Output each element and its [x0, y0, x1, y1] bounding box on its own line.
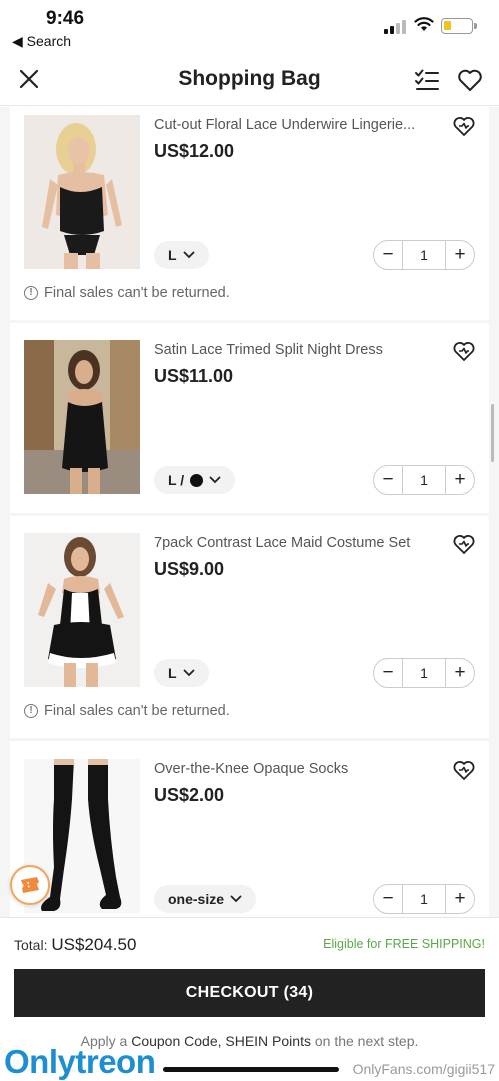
product-image[interactable]: [24, 340, 140, 494]
coupon-hint-link[interactable]: Coupon Code, SHEIN Points: [131, 1033, 311, 1049]
cart-item: Cut-out Floral Lace Underwire Lingerie..…: [10, 107, 489, 320]
increase-quantity-button[interactable]: +: [446, 888, 474, 910]
product-title[interactable]: Over-the-Knee Opaque Socks: [154, 761, 434, 777]
checkout-footer: Total: US$204.50 Eligible for FREE SHIPP…: [0, 917, 499, 1080]
quantity-stepper: − 1 +: [373, 884, 475, 914]
scrollbar[interactable]: [491, 404, 494, 462]
quantity-value[interactable]: 1: [402, 241, 446, 269]
chevron-down-icon: [209, 476, 221, 484]
size-color-selector[interactable]: L /: [154, 466, 236, 494]
wifi-icon: [414, 17, 434, 31]
product-image[interactable]: [24, 533, 140, 687]
coupon-float-button[interactable]: [10, 865, 50, 905]
product-price: US$9.00: [154, 559, 225, 579]
size-value: L: [168, 247, 177, 263]
move-to-wishlist-icon[interactable]: [452, 115, 476, 137]
product-title[interactable]: 7pack Contrast Lace Maid Costume Set: [154, 535, 434, 551]
move-to-wishlist-icon[interactable]: [452, 533, 476, 555]
decrease-quantity-button[interactable]: −: [374, 662, 402, 684]
move-to-wishlist-icon[interactable]: [452, 340, 476, 362]
final-sale-notice: ! Final sales can't be returned.: [24, 285, 230, 301]
size-selector[interactable]: L: [154, 659, 209, 687]
increase-quantity-button[interactable]: +: [446, 662, 474, 684]
quantity-value[interactable]: 1: [402, 466, 446, 494]
home-indicator[interactable]: [163, 1067, 339, 1072]
product-price: US$11.00: [154, 366, 234, 386]
product-title[interactable]: Cut-out Floral Lace Underwire Lingerie..…: [154, 117, 434, 133]
total-label: Total:: [14, 937, 48, 953]
watermark-url: OnlyFans.com/gigii517: [352, 1061, 495, 1077]
order-total: Total: US$204.50: [14, 935, 136, 955]
size-value: one-size: [168, 891, 225, 907]
final-sale-text: Final sales can't be returned.: [44, 285, 230, 301]
cart-item: Satin Lace Trimed Split Night Dress US$1…: [10, 323, 489, 513]
checkout-button[interactable]: CHECKOUT (34): [14, 969, 485, 1017]
header: Shopping Bag: [0, 54, 499, 106]
status-time: 9:46: [46, 8, 85, 29]
increase-quantity-button[interactable]: +: [446, 244, 474, 266]
free-shipping-label: Eligible for FREE SHIPPING!: [323, 937, 485, 951]
back-to-search-link[interactable]: ◀ Search: [12, 33, 71, 50]
checklist-icon[interactable]: [413, 66, 441, 94]
chevron-down-icon: [230, 895, 242, 903]
quantity-stepper: − 1 +: [373, 240, 475, 270]
coupon-ticket-icon: [21, 877, 39, 893]
final-sale-text: Final sales can't be returned.: [44, 703, 230, 719]
decrease-quantity-button[interactable]: −: [374, 244, 402, 266]
chevron-down-icon: [183, 251, 194, 259]
cellular-signal-icon: [384, 20, 406, 34]
info-icon: !: [24, 286, 38, 300]
product-image[interactable]: [24, 115, 140, 269]
size-selector[interactable]: L: [154, 241, 209, 269]
move-to-wishlist-icon[interactable]: [452, 759, 476, 781]
coupon-hint-post: on the next step.: [314, 1033, 419, 1049]
status-bar: 9:46 ◀ Search: [0, 0, 499, 54]
cart-list[interactable]: Cut-out Floral Lace Underwire Lingerie..…: [0, 107, 499, 917]
size-value: L /: [168, 472, 185, 488]
info-icon: !: [24, 704, 38, 718]
decrease-quantity-button[interactable]: −: [374, 469, 402, 491]
cart-item: Over-the-Knee Opaque Socks US$2.00 one-s…: [10, 741, 489, 917]
total-value: US$204.50: [51, 935, 137, 954]
increase-quantity-button[interactable]: +: [446, 469, 474, 491]
battery-icon: [441, 18, 477, 34]
product-price: US$12.00: [154, 141, 235, 161]
quantity-stepper: − 1 +: [373, 658, 475, 688]
chevron-down-icon: [183, 669, 194, 677]
color-swatch-black: [190, 473, 204, 487]
quantity-stepper: − 1 +: [373, 465, 475, 495]
wishlist-heart-icon[interactable]: [456, 66, 484, 94]
decrease-quantity-button[interactable]: −: [374, 888, 402, 910]
product-price: US$2.00: [154, 785, 225, 805]
cart-item: 7pack Contrast Lace Maid Costume Set US$…: [10, 516, 489, 738]
size-selector[interactable]: one-size: [154, 885, 257, 913]
quantity-value[interactable]: 1: [402, 659, 446, 687]
close-icon[interactable]: [16, 66, 42, 92]
watermark-logo: Onlytreon: [4, 1043, 156, 1080]
final-sale-notice: ! Final sales can't be returned.: [24, 703, 230, 719]
product-title[interactable]: Satin Lace Trimed Split Night Dress: [154, 342, 434, 358]
quantity-value[interactable]: 1: [402, 885, 446, 913]
size-value: L: [168, 665, 177, 681]
